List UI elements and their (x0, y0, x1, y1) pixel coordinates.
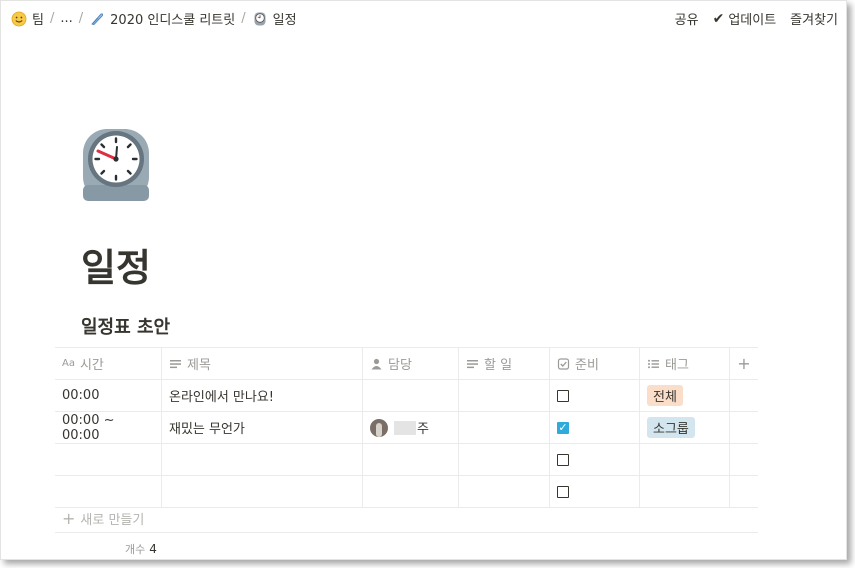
column-header-ready[interactable]: 준비 (550, 348, 640, 379)
cell-ready (550, 444, 640, 475)
column-header-label: 제목 (187, 358, 211, 373)
topbar-actions: 공유 ✔ 업데이트 즐겨찾기 (661, 9, 838, 29)
favorite-button[interactable]: 즐겨찾기 (790, 9, 838, 28)
cell-todo[interactable] (459, 412, 550, 443)
ready-checkbox[interactable] (557, 389, 569, 402)
text-lines-icon (466, 358, 479, 370)
ready-checkbox-checked[interactable]: ✓ (557, 420, 569, 434)
column-header-label: 태그 (665, 358, 689, 373)
column-header-time[interactable]: Aa 시간 (55, 348, 162, 379)
breadcrumb-schedule[interactable]: 일정 (252, 9, 297, 28)
cell-tag[interactable] (640, 476, 730, 507)
cell-empty (730, 476, 758, 507)
cell-title[interactable]: 재밌는 무언가 (162, 412, 363, 443)
avatar (370, 418, 388, 437)
cell-todo[interactable] (459, 476, 550, 507)
database-title[interactable]: 일정표 초안 (81, 313, 170, 339)
breadcrumb: 팀 / ... / 2020 인디스쿨 리트릿 / 일정 (11, 9, 297, 28)
cell-time[interactable] (55, 444, 162, 475)
column-header-label: 시간 (79, 358, 104, 373)
count-value: 4 (149, 542, 157, 556)
breadcrumb-label: 2020 인디스쿨 리트릿 (110, 13, 236, 28)
checkbox-type-icon (557, 357, 570, 370)
add-property-button[interactable]: + (730, 348, 758, 379)
checkmark-icon: ✔ (712, 10, 725, 27)
breadcrumb-separator: / (49, 11, 55, 26)
topbar: 팀 / ... / 2020 인디스쿨 리트릿 / 일정 공유 ✔ 업데이트 즐… (1, 1, 846, 35)
share-button[interactable]: 공유 (675, 9, 699, 28)
cell-tag[interactable]: 소그룹 (640, 412, 730, 443)
table-row[interactable] (55, 444, 758, 476)
count-label: 개수 (125, 543, 146, 556)
column-header-owner[interactable]: 담당 (363, 348, 459, 379)
breadcrumb-label: 팀 (32, 13, 44, 28)
column-header-label: 준비 (575, 358, 599, 373)
column-header-todo[interactable]: 할 일 (459, 348, 550, 379)
cell-time[interactable]: 00:00 (55, 380, 162, 411)
clock-emoji-icon (252, 11, 268, 27)
breadcrumb-team[interactable]: 팀 (11, 9, 44, 28)
cell-ready: ✓ (550, 412, 640, 443)
list-icon (647, 358, 660, 370)
breadcrumb-label: ... (60, 11, 73, 26)
cell-title[interactable] (162, 444, 363, 475)
column-header-title[interactable]: 제목 (162, 348, 363, 379)
column-header-tag[interactable]: 태그 (640, 348, 730, 379)
smiley-emoji-icon (11, 11, 27, 27)
text-lines-icon (169, 358, 182, 370)
cell-owner[interactable]: 주 (363, 412, 459, 443)
updates-button[interactable]: ✔ 업데이트 (712, 9, 777, 29)
cell-title[interactable]: 온라인에서 만나요! (162, 380, 363, 411)
table-header: Aa 시간 제목 담당 할 일 준비 태그 + (55, 347, 758, 380)
new-row-button[interactable]: + 새로 만들기 (55, 504, 758, 533)
cell-empty (730, 380, 758, 411)
cell-tag[interactable] (640, 444, 730, 475)
cell-ready (550, 476, 640, 507)
cell-title[interactable] (162, 476, 363, 507)
cell-time[interactable] (55, 476, 162, 507)
tag-badge: 소그룹 (647, 417, 695, 438)
mantelpiece-clock-icon[interactable] (81, 127, 151, 203)
checkmark-icon: ✓ (558, 420, 568, 434)
row-count[interactable]: 개수 4 (125, 541, 157, 557)
window: 팀 / ... / 2020 인디스쿨 리트릿 / 일정 공유 ✔ 업데이트 즐… (0, 0, 847, 560)
cell-empty (730, 412, 758, 443)
table-row[interactable]: 00:00 온라인에서 만나요! 전체 (55, 380, 758, 412)
cell-ready (550, 380, 640, 411)
breadcrumb-separator: / (78, 11, 84, 26)
breadcrumb-ellipsis[interactable]: ... (60, 11, 72, 26)
updates-label: 업데이트 (728, 13, 777, 28)
tag-badge: 전체 (647, 385, 683, 406)
cell-todo[interactable] (459, 444, 550, 475)
new-row-label: 새로 만들기 (80, 512, 145, 528)
column-header-label: 할 일 (484, 358, 513, 373)
cell-time[interactable]: 00:00 ~ 00:00 (55, 412, 162, 443)
column-header-label: 담당 (388, 358, 412, 373)
cell-tag[interactable]: 전체 (640, 380, 730, 411)
owner-name: 주 (417, 422, 429, 437)
database-table: Aa 시간 제목 담당 할 일 준비 태그 + 00:00 온라인에서 만나요!… (55, 347, 758, 508)
cell-owner[interactable] (363, 476, 459, 507)
cell-empty (730, 444, 758, 475)
breadcrumb-label: 일정 (272, 13, 297, 28)
ready-checkbox[interactable] (557, 453, 569, 466)
text-type-icon: Aa (62, 357, 75, 369)
breadcrumb-retreat[interactable]: 2020 인디스쿨 리트릿 (89, 9, 235, 28)
cell-owner[interactable] (363, 380, 459, 411)
table-row[interactable]: 00:00 ~ 00:00 재밌는 무언가 주 ✓ 소그룹 (55, 412, 758, 444)
plus-icon: + (737, 354, 751, 373)
page-title[interactable]: 일정 (81, 237, 151, 292)
person-icon (370, 358, 383, 370)
plus-icon: + (62, 508, 76, 528)
ready-checkbox[interactable] (557, 485, 569, 498)
cell-owner[interactable] (363, 444, 459, 475)
breadcrumb-separator: / (241, 11, 246, 26)
redacted-name (394, 420, 416, 435)
feather-pen-icon (89, 11, 105, 27)
cell-todo[interactable] (459, 380, 550, 411)
